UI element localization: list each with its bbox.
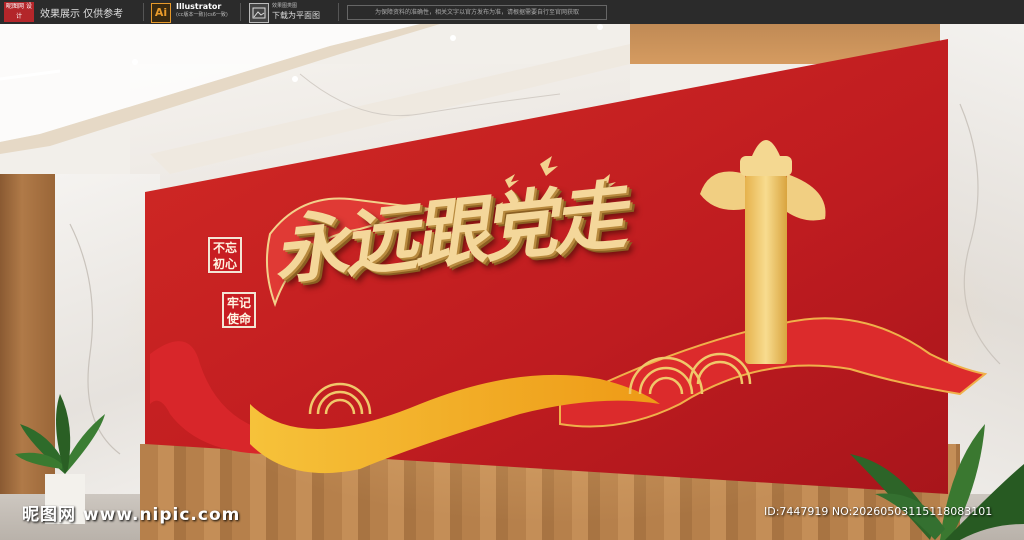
site-logo: 昵图网 设计	[4, 2, 34, 22]
badge-remember-mission: 牢记 使命	[222, 292, 256, 328]
image-id-watermark: ID:7447919 NO:20260503115118083101	[764, 505, 993, 518]
illustrator-icon: Ai	[151, 3, 171, 23]
software-version: (cc版本一致)(cs6一致)	[176, 12, 228, 18]
top-info-bar: 昵图网 设计 效果展示 仅供参考 Ai Illustrator (cc版本一致)…	[0, 0, 1024, 24]
preview-label: 效果展示 仅供参考	[40, 9, 124, 20]
badge-never-forget: 不忘 初心	[208, 237, 242, 273]
badge-line: 初心	[212, 257, 237, 271]
badge-line: 牢记	[226, 296, 251, 310]
lobby-scene: 永远跟党走 不忘 初心 牢记 使命	[0, 24, 1024, 540]
image-type-small: 效果图类图	[272, 3, 298, 9]
divider	[240, 3, 241, 21]
software-name: Illustrator	[176, 2, 222, 11]
image-type-label: 下载为平面图	[272, 11, 320, 20]
image-icon	[249, 3, 269, 23]
badge-line: 使命	[226, 312, 251, 326]
divider	[143, 3, 144, 21]
divider	[338, 3, 339, 21]
site-watermark: 昵图网 www.nipic.com	[22, 505, 241, 525]
badge-line: 不忘	[212, 241, 237, 255]
copyright-notice: 为保障资料的准确性，相关文字以官方发布为准，请根据需要自行至官网获取	[347, 5, 607, 20]
